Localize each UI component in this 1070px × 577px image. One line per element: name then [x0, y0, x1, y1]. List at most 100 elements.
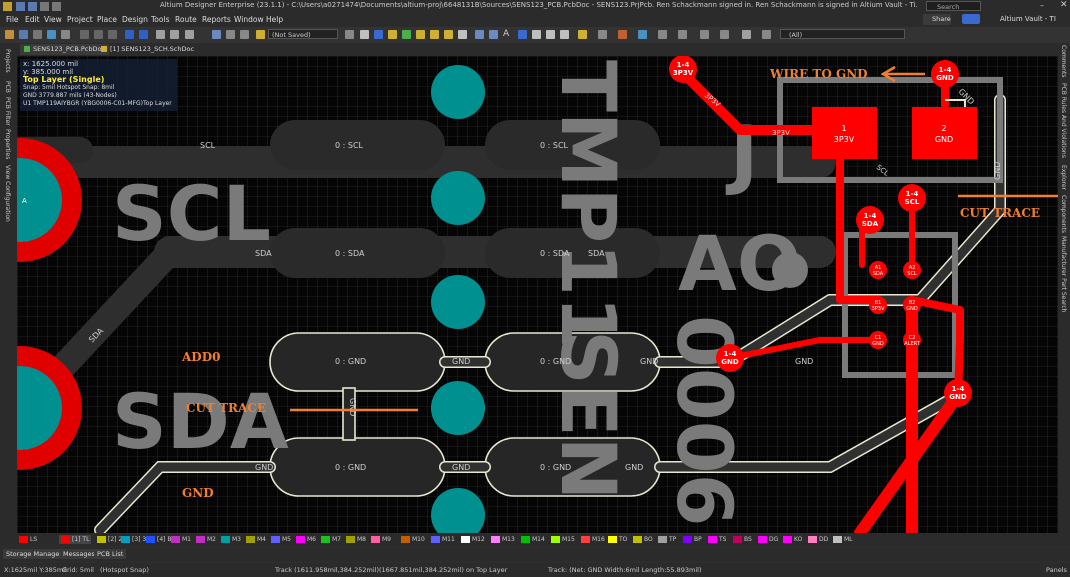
layer-tab-m11[interactable]: M11	[431, 535, 455, 544]
place-arc-icon[interactable]	[430, 30, 439, 39]
board-insight-icon[interactable]	[720, 30, 729, 39]
undo-icon[interactable]	[40, 2, 49, 11]
deselect-icon[interactable]	[156, 30, 165, 39]
select-icon[interactable]	[125, 30, 134, 39]
vault-account[interactable]: Altium Vault - TI	[1000, 15, 1056, 23]
panel-tab-components[interactable]: Components	[1060, 195, 1067, 233]
panel-tab-projects[interactable]: Projects	[4, 49, 11, 73]
text-icon[interactable]: A	[503, 29, 509, 39]
layer-tab-m13[interactable]: M13	[491, 535, 515, 544]
tune-length-icon[interactable]	[638, 30, 647, 39]
layer-tab-ko[interactable]: KO	[783, 535, 802, 544]
grid-icon[interactable]	[360, 30, 369, 39]
layer-tab-ml[interactable]: ML	[833, 535, 853, 544]
interactive-routing-icon[interactable]	[598, 30, 607, 39]
menu-help[interactable]: Help	[266, 15, 283, 24]
zoom-fit-icon[interactable]	[61, 30, 70, 39]
panel-tab-part-search[interactable]: Manufacturer Part Search	[1060, 236, 1067, 312]
layer-tab-ts[interactable]: TS	[708, 535, 726, 544]
layer-tab-bo[interactable]: BO	[633, 535, 653, 544]
redo-icon[interactable]	[240, 30, 249, 39]
filter-select[interactable]: (All)	[780, 29, 905, 39]
layer-tab-m6[interactable]: M6	[296, 535, 316, 544]
layer-tab-ls[interactable]: LS	[19, 535, 37, 544]
menu-reports[interactable]: Reports	[202, 15, 231, 24]
search-input[interactable]: Search	[926, 1, 981, 11]
copy-icon[interactable]	[94, 30, 103, 39]
save-all-icon[interactable]	[28, 2, 37, 11]
panel-tab-pcb-filter[interactable]: PCB Filter	[4, 97, 11, 126]
tab-sch-doc[interactable]: [1] SENS123_SCH.SchDoc	[97, 44, 198, 55]
place-fill-icon[interactable]	[444, 30, 453, 39]
move-icon[interactable]	[139, 30, 148, 39]
cut-icon[interactable]	[80, 30, 89, 39]
route-icon[interactable]	[402, 30, 411, 39]
layer-tab-m10[interactable]: M10	[401, 535, 425, 544]
print-icon[interactable]	[33, 30, 42, 39]
variant-icon[interactable]	[256, 30, 265, 39]
variant-select[interactable]: (Not Saved)	[268, 29, 338, 39]
place-component-icon[interactable]	[374, 30, 383, 39]
layer-tab-m5[interactable]: M5	[271, 535, 291, 544]
cross-probe-icon[interactable]	[185, 30, 194, 39]
place-region-icon[interactable]	[475, 30, 484, 39]
menu-window[interactable]: Window	[234, 15, 264, 24]
layer-tab-dd[interactable]: DD	[808, 535, 828, 544]
zoom-icon[interactable]	[47, 30, 56, 39]
layer-tab-m16[interactable]: M16	[581, 535, 605, 544]
polygon-icon[interactable]	[489, 30, 498, 39]
layer-tab-dg[interactable]: DG	[758, 535, 778, 544]
save-icon[interactable]	[19, 30, 28, 39]
snap-icon[interactable]	[658, 30, 667, 39]
panel-tab-rules-violations[interactable]: PCB Rules And Violations	[1060, 83, 1067, 158]
panels-button[interactable]: Panels	[1046, 566, 1067, 574]
tab-pcb-doc[interactable]: SENS123_PCB.PcbDoc	[20, 44, 110, 55]
layer-tab-m12[interactable]: M12	[461, 535, 485, 544]
place-string-icon[interactable]	[458, 30, 467, 39]
paste-icon[interactable]	[108, 30, 117, 39]
panel-tab-view-config[interactable]: View Configuration	[4, 165, 11, 222]
layer-tab-bs[interactable]: BS	[733, 535, 752, 544]
undo-icon[interactable]	[226, 30, 235, 39]
dimension-icon[interactable]	[518, 30, 527, 39]
open-icon[interactable]	[5, 30, 14, 39]
place-via-icon[interactable]	[388, 30, 397, 39]
selection-filter-icon[interactable]	[345, 30, 354, 39]
place-pad-icon[interactable]	[416, 30, 425, 39]
layer-tab-1-tl[interactable]: [1] TL	[59, 535, 92, 544]
menu-file[interactable]: File	[6, 15, 19, 24]
layer-tab-m9[interactable]: M9	[371, 535, 391, 544]
clear-filter-icon[interactable]	[700, 30, 709, 39]
close-icon[interactable]: ✕	[1060, 0, 1068, 10]
layer-tab-2-2[interactable]: [2] 2	[97, 535, 122, 544]
panel-tab-comments[interactable]: Comments	[1060, 45, 1067, 78]
layer-tab-tp[interactable]: TP	[658, 535, 676, 544]
highlight-icon[interactable]	[578, 30, 587, 39]
layer-tab-m3[interactable]: M3	[221, 535, 241, 544]
redo-icon[interactable]	[52, 2, 61, 11]
layer-tab-m14[interactable]: M14	[521, 535, 545, 544]
save-icon[interactable]	[16, 2, 25, 11]
share-button[interactable]: Share	[923, 14, 951, 25]
layer-tab-m2[interactable]: M2	[196, 535, 216, 544]
menu-view[interactable]: View	[44, 15, 62, 24]
diff-pair-icon[interactable]	[618, 30, 627, 39]
layer-set-icon[interactable]	[532, 30, 541, 39]
panel-tab-pcb[interactable]: PCB	[4, 81, 11, 93]
layer-tab-3-3[interactable]: [3] 3	[121, 535, 146, 544]
menu-place[interactable]: Place	[97, 15, 117, 24]
menu-project[interactable]: Project	[67, 15, 93, 24]
mask-icon[interactable]	[742, 30, 751, 39]
filter-icon[interactable]	[212, 30, 221, 39]
layer-tab-to[interactable]: TO	[608, 535, 627, 544]
panel-tab-explorer[interactable]: Explorer	[1060, 165, 1067, 190]
pcb-canvas[interactable]: A SCL SDA TMP11 AO SEN 0006 J 1 3P3V 2 G…	[17, 56, 1058, 533]
menu-edit[interactable]: Edit	[25, 15, 40, 24]
align-icon[interactable]	[170, 30, 179, 39]
menu-tools[interactable]: Tools	[151, 15, 169, 24]
layer-tab-m8[interactable]: M8	[346, 535, 366, 544]
layer-tab-m15[interactable]: M15	[551, 535, 575, 544]
drc-icon[interactable]	[678, 30, 687, 39]
measure-icon[interactable]	[560, 30, 569, 39]
minimize-icon[interactable]: –	[1040, 1, 1044, 10]
